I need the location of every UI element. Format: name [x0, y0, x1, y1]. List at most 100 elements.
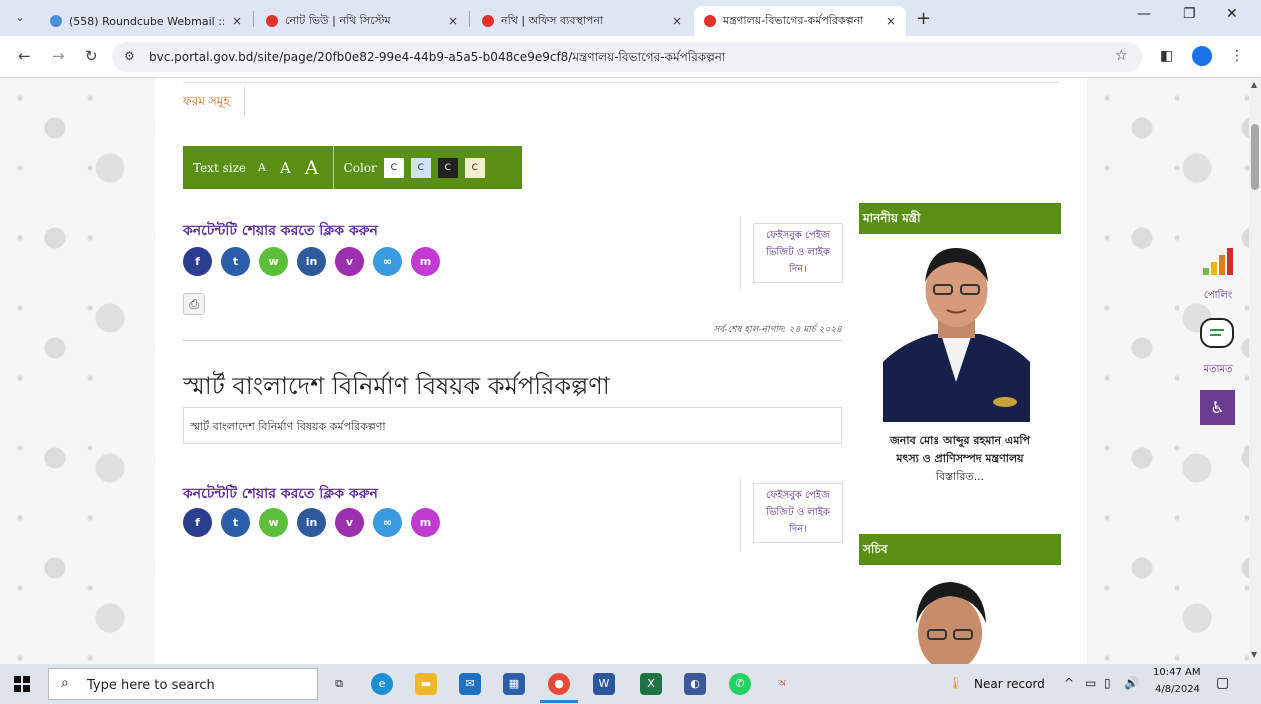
restore-icon[interactable]: ❐: [1183, 6, 1196, 22]
clock-time[interactable]: 10:47 AM: [1153, 667, 1200, 678]
tab-close-icon[interactable]: ×: [672, 14, 682, 28]
tab-close-icon[interactable]: ×: [448, 14, 458, 28]
feedback-chat-icon[interactable]: [1200, 318, 1234, 348]
linkedin-icon[interactable]: in: [297, 508, 326, 537]
link-icon[interactable]: ∞: [373, 247, 402, 276]
roundcube-favicon-icon: [50, 15, 62, 27]
new-tab-button[interactable]: +: [916, 8, 931, 29]
minister-heading: মাননীয় মন্ত্রী: [859, 203, 1061, 234]
color-blue-button[interactable]: C: [410, 157, 431, 178]
bookmark-star-icon[interactable]: ☆: [1115, 48, 1128, 64]
task-view-icon[interactable]: ⧉: [328, 673, 350, 695]
minister-photo[interactable]: [883, 242, 1030, 422]
tab-close-icon[interactable]: ×: [886, 14, 896, 28]
tab-nothi-office[interactable]: নথি | অফিস ব্যবস্থাপনা ×: [472, 6, 692, 36]
scroll-thumb[interactable]: [1251, 124, 1259, 190]
volume-icon[interactable]: 🔊: [1124, 676, 1139, 690]
color-white-button[interactable]: C: [383, 157, 404, 178]
linkedin-icon[interactable]: in: [297, 247, 326, 276]
page-title: স্মার্ট বাংলাদেশ বিনির্মাণ বিষয়ক কর্মপর…: [183, 372, 610, 400]
taskbar-search-input[interactable]: ⌕ Type here to search: [48, 668, 318, 700]
tab-title: (558) Roundcube Webmail :: Inb: [69, 14, 224, 28]
tab-title: নথি | অফিস ব্যবস্থাপনা: [501, 13, 604, 27]
last-updated: সর্ব-শেষ হাল-নাগাদ: ২৪ মার্চ ২০২৪: [713, 325, 842, 335]
menu-kebab-icon[interactable]: ⋮: [1230, 48, 1244, 64]
back-icon[interactable]: ←: [18, 47, 31, 65]
tab-roundcube[interactable]: (558) Roundcube Webmail :: Inb ×: [40, 6, 252, 36]
notification-icon[interactable]: ▢: [1216, 675, 1229, 691]
url-text[interactable]: bvc.portal.gov.bd/site/page/20fb0e82-99e…: [149, 49, 725, 69]
color-cream-button[interactable]: C: [464, 157, 485, 178]
poll-chart-icon[interactable]: [1202, 246, 1234, 276]
link-icon[interactable]: ∞: [373, 508, 402, 537]
battery-icon[interactable]: ▯: [1104, 676, 1111, 690]
messenger-icon[interactable]: m: [411, 247, 440, 276]
text-size-large-button[interactable]: A: [305, 157, 319, 179]
forms-link[interactable]: ফরম সমূহ: [183, 86, 245, 116]
whatsapp-taskbar-icon[interactable]: ✆: [729, 673, 751, 695]
print-icon[interactable]: ⎙: [183, 293, 205, 315]
search-placeholder: Type here to search: [87, 678, 215, 693]
window-close-icon[interactable]: ✕: [1226, 6, 1238, 22]
mail-icon[interactable]: ✉: [459, 673, 481, 695]
network-icon[interactable]: ▭: [1085, 676, 1096, 690]
weather-status[interactable]: Near record: [974, 677, 1045, 691]
app-icon[interactable]: ◐: [684, 673, 706, 695]
social-share-row: f t w in v ∞ m: [183, 247, 440, 276]
whatsapp-icon[interactable]: w: [259, 508, 288, 537]
facebook-page-link[interactable]: ফেইসবুক পেইজ ভিজিট ও লাইক দিন।: [753, 483, 843, 543]
main-content: ফরম সমূহ Text size A A A Color C C C C ক…: [155, 78, 1087, 664]
fb-page-line: ফেইসবুক পেইজ: [766, 230, 830, 241]
color-label: Color: [343, 160, 377, 175]
excel-icon[interactable]: X: [640, 673, 662, 695]
text-size-small-button[interactable]: A: [258, 161, 266, 174]
summary-box: স্মার্ট বাংলাদেশ বিনির্মাণ বিষয়ক কর্মপর…: [183, 407, 842, 444]
minister-info: জনাব মোঃ আব্দুর রহমান এমপি মৎস্য ও প্রাণ…: [859, 432, 1061, 486]
minimize-icon[interactable]: —: [1137, 6, 1151, 22]
tab-note-view[interactable]: নোট ভিউ | নথি সিস্টেম ×: [256, 6, 468, 36]
scroll-down-icon[interactable]: ▼: [1251, 650, 1257, 659]
address-bar[interactable]: ⚙ bvc.portal.gov.bd/site/page/20fb0e82-9…: [112, 42, 1142, 72]
tab-close-icon[interactable]: ×: [232, 14, 242, 28]
reload-icon[interactable]: ↻: [85, 47, 98, 65]
page-scrollbar[interactable]: ▲ ▼: [1249, 78, 1261, 664]
windows-start-icon[interactable]: [14, 676, 30, 692]
accessibility-icon[interactable]: ♿: [1200, 390, 1235, 425]
facebook-icon[interactable]: f: [183, 247, 212, 276]
facebook-icon[interactable]: f: [183, 508, 212, 537]
file-explorer-icon[interactable]: ▬: [415, 673, 437, 695]
secretary-photo[interactable]: [900, 578, 1000, 664]
twitter-icon[interactable]: t: [221, 247, 250, 276]
viber-icon[interactable]: v: [335, 508, 364, 537]
scroll-up-icon[interactable]: ▲: [1251, 80, 1257, 89]
chrome-icon[interactable]: ●: [548, 673, 570, 695]
edge-icon[interactable]: e: [371, 673, 393, 695]
nothi-favicon-icon: [482, 15, 494, 27]
fb-page-line: ফেইসবুক পেইজ: [766, 490, 830, 501]
forward-icon[interactable]: →: [52, 47, 65, 65]
bangla-keyboard-icon[interactable]: অ: [771, 673, 793, 695]
viber-icon[interactable]: v: [335, 247, 364, 276]
browser-tab-bar: ⌄ (558) Roundcube Webmail :: Inb × নোট ভ…: [0, 0, 1261, 36]
color-dark-button[interactable]: C: [437, 157, 458, 178]
portal-favicon-icon: [704, 15, 716, 27]
tab-action-plan[interactable]: মন্ত্রণালয়-বিভাগের-কর্মপরিকল্পনা ×: [694, 6, 906, 36]
nothi-favicon-icon: [266, 15, 278, 27]
site-info-icon[interactable]: ⚙: [124, 49, 135, 63]
poll-label[interactable]: পোলিং: [1196, 288, 1240, 305]
word-icon[interactable]: W: [593, 673, 615, 695]
feedback-label[interactable]: মতামত: [1196, 362, 1240, 379]
whatsapp-icon[interactable]: w: [259, 247, 288, 276]
store-icon[interactable]: ▦: [503, 673, 525, 695]
minister-details-link[interactable]: বিস্তারিত...: [859, 468, 1061, 486]
facebook-page-link[interactable]: ফেইসবুক পেইজ ভিজিট ও লাইক দিন।: [753, 223, 843, 283]
tray-arrow-icon[interactable]: ^: [1064, 676, 1074, 690]
clock-date[interactable]: 4/8/2024: [1155, 684, 1200, 695]
profile-avatar-icon[interactable]: [1192, 46, 1212, 66]
tab-search-chevron-icon[interactable]: ⌄: [8, 8, 32, 28]
text-size-medium-button[interactable]: A: [280, 159, 291, 177]
weather-icon[interactable]: 🌡: [948, 676, 963, 690]
messenger-icon[interactable]: m: [411, 508, 440, 537]
side-panel-icon[interactable]: ◧: [1160, 48, 1173, 64]
twitter-icon[interactable]: t: [221, 508, 250, 537]
